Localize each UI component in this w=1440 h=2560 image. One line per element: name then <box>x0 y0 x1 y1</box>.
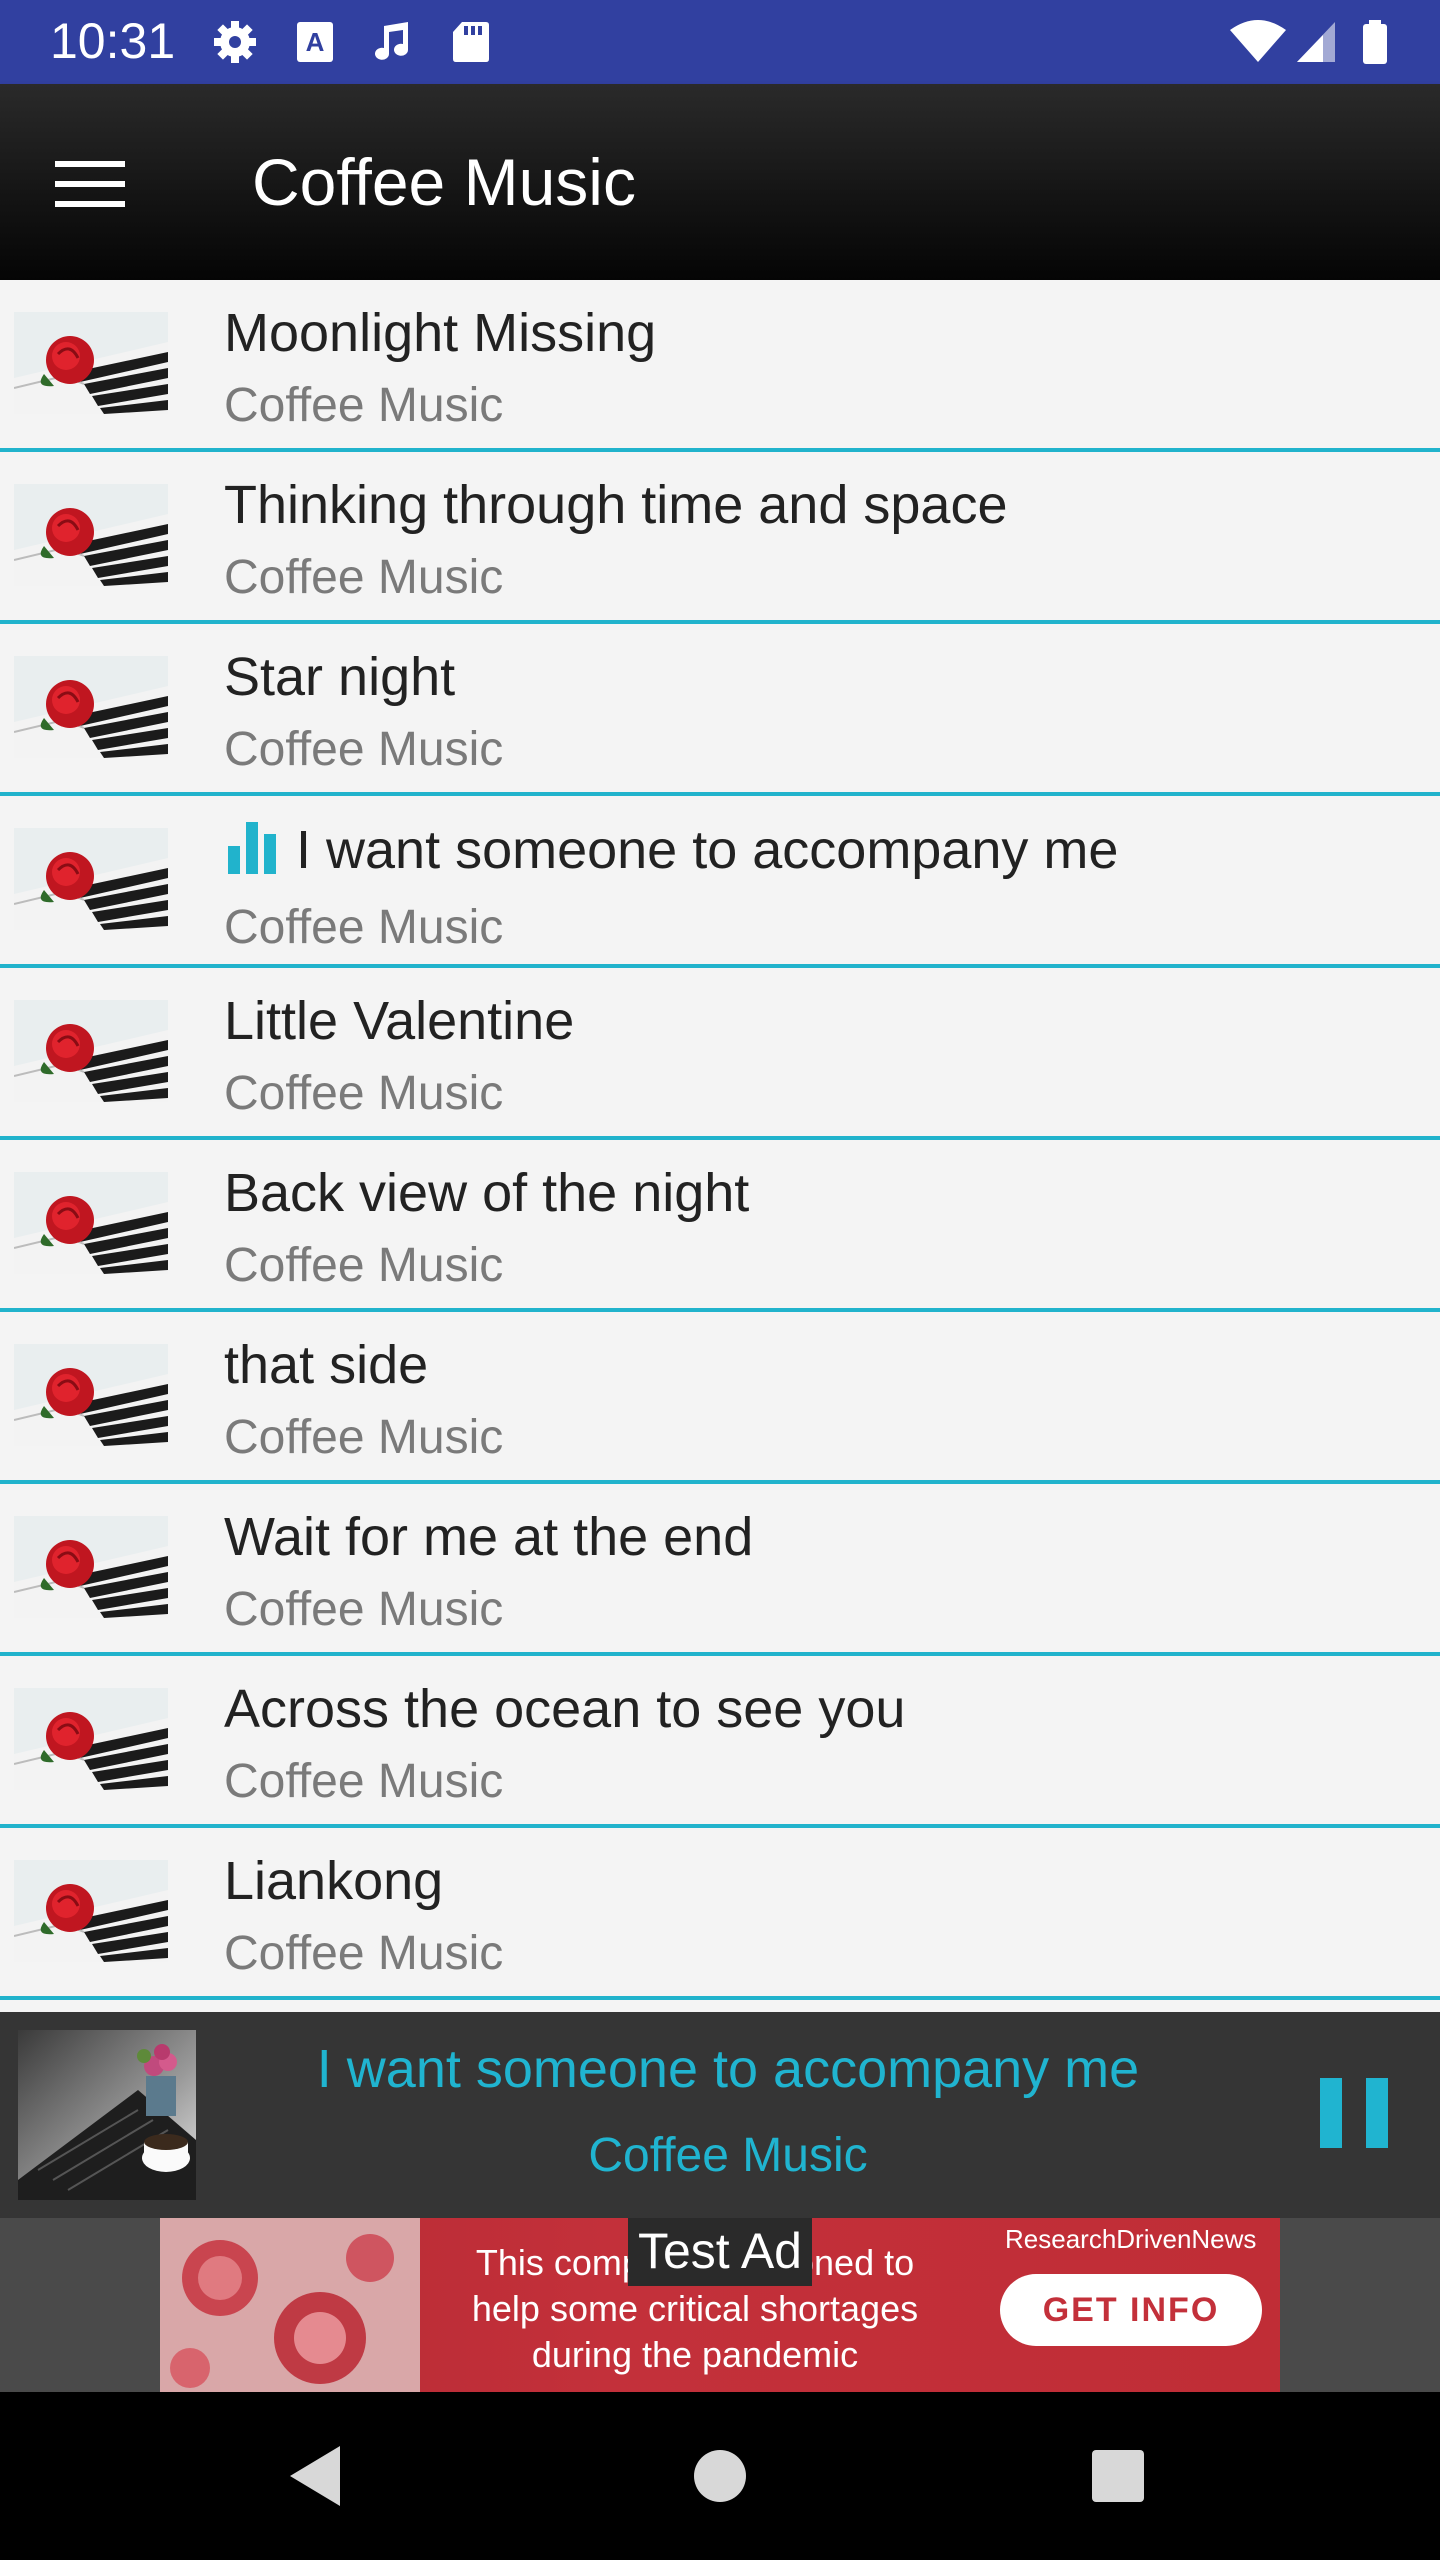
virus-illustration-icon <box>160 2218 420 2392</box>
album-thumbnail <box>13 828 168 930</box>
home-circle-icon[interactable] <box>670 2426 770 2526</box>
song-title-text: I want someone to accompany me <box>296 820 1119 880</box>
song-artist: Coffee Music <box>224 901 504 954</box>
rose-piano-thumbnail-icon <box>13 1172 168 1274</box>
cell-signal-icon <box>1297 22 1335 62</box>
song-row[interactable]: that side Coffee Music <box>0 1312 1440 1484</box>
song-title: Star night <box>224 647 456 707</box>
song-artist: Coffee Music <box>224 551 504 604</box>
back-triangle-icon[interactable] <box>268 2426 368 2526</box>
song-artist: Coffee Music <box>224 1239 504 1292</box>
album-thumbnail <box>13 656 168 758</box>
test-ad-label: Test Ad <box>628 2218 812 2286</box>
song-row-playing[interactable]: I want someone to accompany me Coffee Mu… <box>0 796 1440 968</box>
page-title: Coffee Music <box>252 145 636 219</box>
album-thumbnail <box>13 312 168 414</box>
album-thumbnail <box>13 1344 168 1446</box>
rose-piano-thumbnail-icon <box>13 312 168 414</box>
song-row[interactable]: Thinking through time and space Coffee M… <box>0 452 1440 624</box>
equalizer-playing-icon <box>228 822 276 874</box>
song-row[interactable]: Moonlight Missing Coffee Music <box>0 280 1440 452</box>
song-title: Across the ocean to see you <box>224 1679 906 1739</box>
now-playing-artist: Coffee Music <box>588 2129 868 2182</box>
album-thumbnail <box>13 1688 168 1790</box>
sd-card-icon <box>453 22 489 62</box>
ad-container: This company positioned to help some cri… <box>0 2218 1440 2392</box>
ad-brand: ResearchDrivenNews <box>1005 2224 1257 2254</box>
now-playing-bar[interactable]: I want someone to accompany me Coffee Mu… <box>0 2012 1440 2218</box>
song-title-playing: I want someone to accompany me <box>224 818 1118 881</box>
song-artist: Coffee Music <box>224 1067 504 1120</box>
album-thumbnail <box>13 1000 168 1102</box>
song-row[interactable]: Back view of the night Coffee Music <box>0 1140 1440 1312</box>
rose-piano-thumbnail-icon <box>13 1344 168 1446</box>
svg-text:A: A <box>306 27 325 57</box>
rose-piano-thumbnail-icon <box>13 1516 168 1618</box>
album-thumbnail <box>13 1860 168 1962</box>
rose-piano-thumbnail-icon <box>13 1688 168 1790</box>
song-row[interactable]: Liankong Coffee Music <box>0 1828 1440 2000</box>
song-title: Wait for me at the end <box>224 1507 754 1567</box>
song-artist: Coffee Music <box>224 379 504 432</box>
song-list[interactable]: Moonlight Missing Coffee Music Thinking … <box>0 280 1440 2012</box>
song-row[interactable]: Star night Coffee Music <box>0 624 1440 796</box>
song-title: Thinking through time and space <box>224 475 1008 535</box>
music-note-icon <box>375 22 408 60</box>
system-nav-bar <box>0 2392 1440 2560</box>
battery-icon <box>1363 20 1387 64</box>
album-thumbnail <box>13 1516 168 1618</box>
song-artist: Coffee Music <box>224 723 504 776</box>
pause-icon[interactable] <box>1310 2058 1400 2168</box>
text-a-icon: A <box>297 22 333 62</box>
song-title: Liankong <box>224 1851 444 1911</box>
song-artist: Coffee Music <box>224 1755 504 1808</box>
ad-text-line: help some critical shortages <box>471 2288 919 2329</box>
album-thumbnail <box>13 1172 168 1274</box>
status-time: 10:31 <box>50 13 176 69</box>
wifi-icon <box>1230 20 1286 62</box>
rose-piano-thumbnail-icon <box>13 828 168 930</box>
song-row[interactable]: Across the ocean to see you Coffee Music <box>0 1656 1440 1828</box>
song-title: Back view of the night <box>224 1163 750 1223</box>
rose-piano-thumbnail-icon <box>13 1860 168 1962</box>
song-title: Little Valentine <box>224 991 575 1051</box>
menu-button[interactable] <box>40 134 140 234</box>
song-artist: Coffee Music <box>224 1411 504 1464</box>
status-bar: 10:31 A <box>0 0 1440 84</box>
gear-icon <box>214 21 256 63</box>
rose-piano-thumbnail-icon <box>13 1000 168 1102</box>
recents-square-icon[interactable] <box>1068 2426 1168 2526</box>
song-row[interactable]: Little Valentine Coffee Music <box>0 968 1440 1140</box>
hamburger-menu-icon <box>55 161 125 207</box>
song-artist: Coffee Music <box>224 1927 504 1980</box>
rose-piano-thumbnail-icon <box>13 484 168 586</box>
album-thumbnail <box>13 484 168 586</box>
song-artist: Coffee Music <box>224 1583 504 1636</box>
ad-text-line: during the pandemic <box>531 2334 859 2375</box>
song-title: Moonlight Missing <box>224 303 657 363</box>
now-playing-artwork <box>18 2030 196 2200</box>
now-playing-title: I want someone to accompany me <box>316 2039 1140 2099</box>
app-toolbar: Coffee Music <box>0 84 1440 280</box>
song-row[interactable]: Wait for me at the end Coffee Music <box>0 1484 1440 1656</box>
song-title: that side <box>224 1335 429 1395</box>
ad-cta-button[interactable]: GET INFO <box>1000 2274 1262 2346</box>
rose-piano-thumbnail-icon <box>13 656 168 758</box>
